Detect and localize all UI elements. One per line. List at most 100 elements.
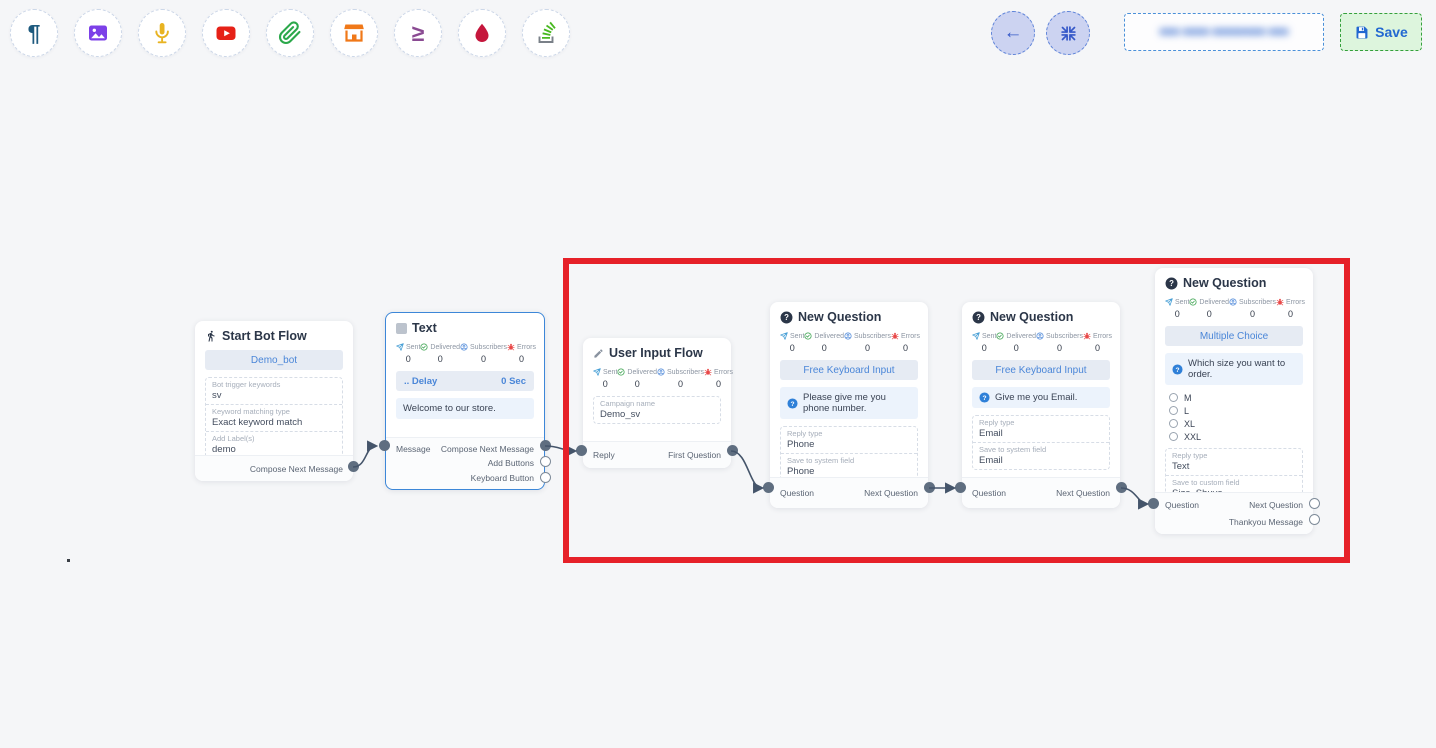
question-message[interactable]: Please give me you phone number.: [780, 387, 918, 419]
text-block-icon: [396, 323, 407, 334]
field-value: Exact keyword match: [212, 417, 336, 428]
stats-row: Sent0 Delivered0 Subscribers0 Errors0: [1165, 298, 1303, 319]
toolbar-drip-element-button[interactable]: [458, 9, 506, 57]
option-row: L: [1165, 404, 1303, 417]
canvas-dot-artifact: [67, 559, 70, 562]
node-title: Start Bot Flow: [205, 329, 343, 343]
store-icon: [342, 21, 366, 45]
paperclip-icon: [278, 21, 302, 45]
errors-icon: [1276, 298, 1284, 306]
input-port-reply[interactable]: [576, 445, 587, 456]
errors-icon: [507, 343, 515, 351]
field-label: Save to system field: [787, 456, 911, 465]
field-value: Text: [1172, 461, 1296, 472]
node-footer: QuestionNext Question: [770, 477, 928, 508]
output-port-compose-next-message[interactable]: [540, 440, 551, 451]
reply-settings-box[interactable]: Reply typePhone Save to system fieldPhon…: [780, 426, 918, 481]
toolbar-ecommerce-element-button[interactable]: [330, 9, 378, 57]
output-port-next-question[interactable]: [1116, 482, 1127, 493]
node-question-phone[interactable]: New Question Sent0 Delivered0 Subscriber…: [770, 302, 928, 508]
delivered-icon: [804, 332, 812, 340]
node-start-bot-flow[interactable]: Start Bot Flow Demo_bot Bot trigger keyw…: [195, 321, 353, 481]
input-port-label: Question: [780, 488, 814, 498]
output-port-label: Compose Next Message: [250, 464, 343, 474]
toolbar-text-element-button[interactable]: ¶: [10, 9, 58, 57]
options-list: M L XL XXL: [1165, 391, 1303, 443]
field-label: Reply type: [1172, 451, 1296, 460]
output-port-label: Next Question: [1056, 488, 1110, 498]
pencil-icon: [593, 348, 604, 359]
field-label: Reply type: [787, 429, 911, 438]
question-circle-icon: [1172, 364, 1183, 375]
output-port-compose-next-message[interactable]: [348, 461, 359, 472]
option-row: M: [1165, 391, 1303, 404]
radio-icon[interactable]: [1169, 432, 1178, 441]
delivered-icon: [617, 368, 625, 376]
output-port-label: Next Question: [1249, 500, 1303, 510]
field-label: Save to system field: [979, 445, 1103, 454]
subscribers-icon: [1229, 298, 1237, 306]
reply-type-button[interactable]: Free Keyboard Input: [780, 360, 918, 380]
question-circle-icon: [1165, 277, 1178, 290]
input-port-message[interactable]: [379, 440, 390, 451]
output-port-add-buttons[interactable]: [540, 456, 551, 467]
radio-icon[interactable]: [1169, 406, 1178, 415]
toolbar-file-element-button[interactable]: [266, 9, 314, 57]
input-port-label: Reply: [593, 450, 615, 460]
field-label: Reply type: [979, 418, 1103, 427]
input-port-question[interactable]: [955, 482, 966, 493]
stack-icon: [534, 21, 558, 45]
stats-row: Sent0 Delivered0 Subscribers0 Errors0: [972, 332, 1110, 353]
delivered-icon: [420, 343, 428, 351]
reply-type-button[interactable]: Multiple Choice: [1165, 326, 1303, 346]
bot-settings-box[interactable]: Bot trigger keywordssv Keyword matching …: [205, 377, 343, 459]
message-preview[interactable]: Welcome to our store.: [396, 398, 534, 419]
radio-icon[interactable]: [1169, 393, 1178, 402]
node-text[interactable]: Text Sent0 Delivered0 Subscribers0 Error…: [385, 312, 545, 490]
input-port-label: Question: [972, 488, 1006, 498]
node-question-size[interactable]: New Question Sent0 Delivered0 Subscriber…: [1155, 268, 1313, 534]
output-port-first-question[interactable]: [727, 445, 738, 456]
toolbar-sequence-element-button[interactable]: [522, 9, 570, 57]
input-port-question[interactable]: [763, 482, 774, 493]
reply-settings-box[interactable]: Reply typeEmail Save to system fieldEmai…: [972, 415, 1110, 470]
toolbar-condition-element-button[interactable]: ≥: [394, 9, 442, 57]
node-question-email[interactable]: New Question Sent0 Delivered0 Subscriber…: [962, 302, 1120, 508]
compress-icon: [1060, 25, 1077, 42]
radio-icon[interactable]: [1169, 419, 1178, 428]
flow-title-field[interactable]: ■■■ ■■■■ ■■■■■■■■ ■■■: [1124, 13, 1324, 51]
output-port-label: Compose Next Message: [441, 444, 534, 454]
campaign-box[interactable]: Campaign nameDemo_sv: [593, 396, 721, 424]
back-button[interactable]: ←: [991, 11, 1035, 55]
input-port-question[interactable]: [1148, 498, 1159, 509]
output-port-label: Add Buttons: [488, 458, 534, 468]
question-message[interactable]: Which size you want to order.: [1165, 353, 1303, 385]
errors-icon: [891, 332, 899, 340]
delivered-icon: [1189, 298, 1197, 306]
sent-icon: [593, 368, 601, 376]
toolbar-video-element-button[interactable]: [202, 9, 250, 57]
node-user-input-flow[interactable]: User Input Flow Sent0 Delivered0 Subscri…: [583, 338, 731, 468]
walking-person-icon: [205, 330, 217, 342]
node-footer: MessageCompose Next Message Add Buttons …: [386, 437, 544, 489]
toolbar-image-element-button[interactable]: [74, 9, 122, 57]
delay-setting[interactable]: .. Delay0 Sec: [396, 371, 534, 391]
bot-name-button[interactable]: Demo_bot: [205, 350, 343, 370]
field-value: Demo_sv: [600, 409, 714, 420]
field-value: sv: [212, 390, 336, 401]
toolbar-audio-element-button[interactable]: [138, 9, 186, 57]
save-button[interactable]: Save: [1340, 13, 1422, 51]
greater-equal-icon: ≥: [412, 22, 425, 45]
floppy-disk-icon: [1354, 25, 1369, 40]
flow-canvas[interactable]: ¶ ≥ ← ■■■ ■■■■ ■■■■■■■■ ■■■ Save Start B…: [0, 0, 1436, 748]
input-port-label: Message: [396, 444, 431, 454]
stats-row: Sent0 Delivered0 Subscribers0 Errors0: [593, 368, 721, 389]
output-port-next-question[interactable]: [924, 482, 935, 493]
output-port-keyboard-button[interactable]: [540, 472, 551, 483]
fit-view-button[interactable]: [1046, 11, 1090, 55]
output-port-label: Thankyou Message: [1229, 517, 1303, 527]
reply-type-button[interactable]: Free Keyboard Input: [972, 360, 1110, 380]
output-port-thankyou-message[interactable]: [1309, 514, 1320, 525]
question-message[interactable]: Give me you Email.: [972, 387, 1110, 408]
output-port-next-question[interactable]: [1309, 498, 1320, 509]
